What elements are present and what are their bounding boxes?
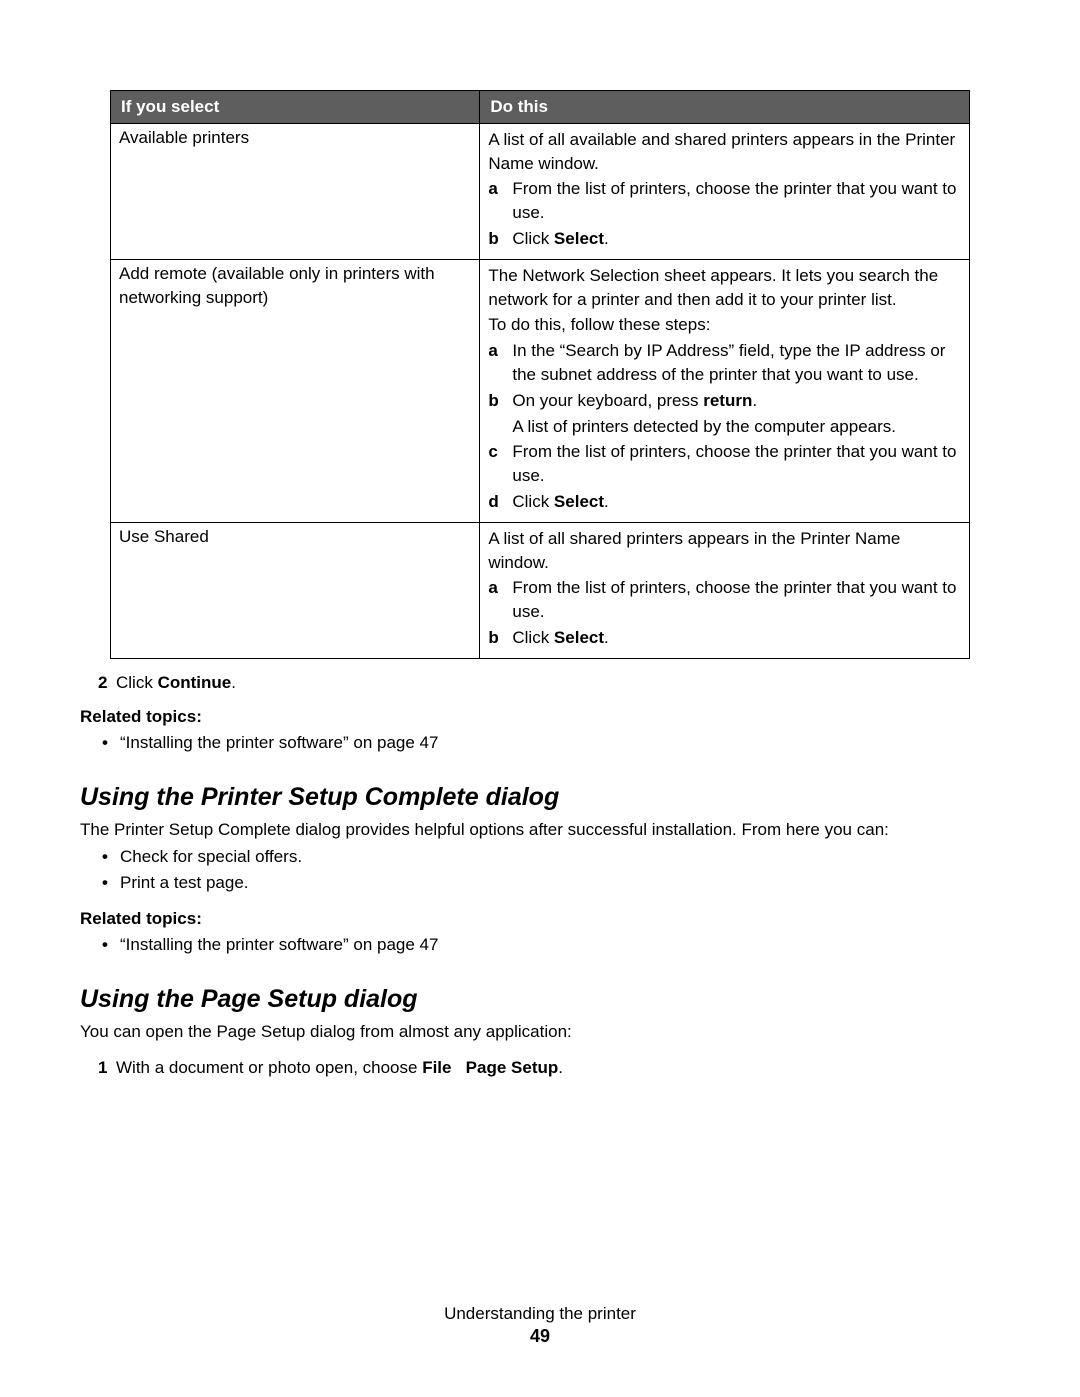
step-text: With a document or photo open, choose Fi… (116, 1058, 563, 1078)
section2-step-1: 1 With a document or photo open, choose … (98, 1058, 970, 1078)
step-suffix: . (558, 1058, 563, 1077)
step-text: Click Continue. (116, 673, 236, 693)
step-prefix: Click (116, 673, 158, 692)
table-cell-right: The Network Selection sheet appears. It … (480, 259, 970, 522)
table-row: Available printersA list of all availabl… (111, 123, 970, 259)
page-container: If you select Do this Available printers… (0, 0, 1080, 1397)
alpha-marker: b (488, 389, 512, 413)
alpha-content: From the list of printers, choose the pr… (512, 576, 961, 624)
alpha-marker: b (488, 227, 512, 251)
section-heading-printer-setup-complete: Using the Printer Setup Complete dialog (80, 783, 970, 812)
related-topic-item: “Installing the printer software” on pag… (120, 731, 970, 755)
alpha-content: Click Select. (512, 626, 961, 650)
table-header-left: If you select (111, 91, 480, 124)
table-header-right: Do this (480, 91, 970, 124)
table-cell-left: Available printers (111, 123, 480, 259)
alpha-content: On your keyboard, press return. (512, 389, 961, 413)
bullet-item: Check for special offers. (120, 845, 970, 869)
alpha-marker: a (488, 339, 512, 387)
related-topic-item: “Installing the printer software” on pag… (120, 933, 970, 957)
alpha-step-list: aIn the “Search by IP Address” field, ty… (488, 339, 961, 514)
step-bold: File (422, 1058, 451, 1077)
alpha-step: cFrom the list of printers, choose the p… (488, 440, 961, 488)
alpha-marker: a (488, 177, 512, 225)
related-topics-heading-1: Related topics: (80, 707, 970, 727)
page-footer: Understanding the printer 49 (0, 1304, 1080, 1347)
alpha-step: dClick Select. (488, 490, 961, 514)
step-bold: Continue (158, 673, 232, 692)
alpha-marker: b (488, 626, 512, 650)
table-body: Available printersA list of all availabl… (111, 123, 970, 658)
footer-page-number: 49 (0, 1326, 1080, 1347)
cell-intro: A list of all available and shared print… (488, 128, 961, 176)
alpha-step: aFrom the list of printers, choose the p… (488, 177, 961, 225)
table-row: Add remote (available only in printers w… (111, 259, 970, 522)
alpha-marker: d (488, 490, 512, 514)
alpha-marker: a (488, 576, 512, 624)
cell-intro: A list of all shared printers appears in… (488, 527, 961, 575)
bullet-item: Print a test page. (120, 871, 970, 895)
table-cell-right: A list of all available and shared print… (480, 123, 970, 259)
alpha-content: Click Select. (512, 227, 961, 251)
step-suffix: . (231, 673, 236, 692)
alpha-step: bOn your keyboard, press return. (488, 389, 961, 413)
alpha-content: From the list of printers, choose the pr… (512, 440, 961, 488)
cell-intro: The Network Selection sheet appears. It … (488, 264, 961, 312)
alpha-step: aIn the “Search by IP Address” field, ty… (488, 339, 961, 387)
section1-bullets: Check for special offers. Print a test p… (102, 845, 970, 895)
alpha-content: In the “Search by IP Address” field, typ… (512, 339, 961, 387)
section-heading-page-setup: Using the Page Setup dialog (80, 985, 970, 1014)
alpha-step: bClick Select. (488, 227, 961, 251)
related-topics-list-1: “Installing the printer software” on pag… (102, 731, 970, 755)
step-prefix: With a document or photo open, choose (116, 1058, 422, 1077)
table-cell-left: Add remote (available only in printers w… (111, 259, 480, 522)
related-topics-list-2: “Installing the printer software” on pag… (102, 933, 970, 957)
alpha-marker: c (488, 440, 512, 488)
selection-table: If you select Do this Available printers… (110, 90, 970, 659)
footer-chapter: Understanding the printer (0, 1304, 1080, 1324)
cell-sub-intro: To do this, follow these steps: (488, 313, 961, 337)
section1-body: The Printer Setup Complete dialog provid… (80, 818, 970, 842)
alpha-step-list: aFrom the list of printers, choose the p… (488, 576, 961, 649)
step-mid (452, 1058, 466, 1077)
step-bold: Page Setup (466, 1058, 559, 1077)
table-cell-left: Use Shared (111, 522, 480, 658)
alpha-step-list: aFrom the list of printers, choose the p… (488, 177, 961, 250)
alpha-step-after: A list of printers detected by the compu… (512, 415, 961, 439)
section2-body: You can open the Page Setup dialog from … (80, 1020, 970, 1044)
alpha-content: From the list of printers, choose the pr… (512, 177, 961, 225)
table-row: Use SharedA list of all shared printers … (111, 522, 970, 658)
table-cell-right: A list of all shared printers appears in… (480, 522, 970, 658)
alpha-step: bClick Select. (488, 626, 961, 650)
step-number: 2 (98, 673, 116, 693)
alpha-content: Click Select. (512, 490, 961, 514)
related-topics-heading-2: Related topics: (80, 909, 970, 929)
step-number: 1 (98, 1058, 116, 1078)
step-2: 2 Click Continue. (98, 673, 970, 693)
alpha-step: aFrom the list of printers, choose the p… (488, 576, 961, 624)
